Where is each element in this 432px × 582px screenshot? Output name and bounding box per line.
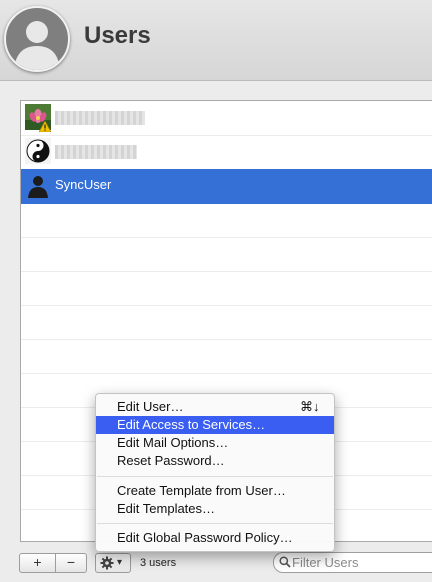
menu-separator — [97, 523, 333, 524]
blurred-user-name — [55, 145, 137, 159]
user-name: SyncUser — [55, 177, 112, 192]
menu-separator — [97, 476, 333, 477]
list-item-selected[interactable]: SyncUser — [21, 169, 432, 204]
menu-item-edit-user[interactable]: Edit User… ⌘↓ — [96, 398, 334, 416]
menu-item-label: Edit User… — [117, 399, 184, 414]
user-count: 3 users — [140, 557, 177, 569]
menu-item-password-policy[interactable]: Edit Global Password Policy… — [96, 529, 334, 547]
action-menu: Edit User… ⌘↓ Edit Access to Services… E… — [95, 393, 335, 552]
gear-icon — [100, 556, 114, 570]
empty-row — [21, 305, 432, 340]
user-silhouette-icon — [14, 21, 60, 70]
filter-field[interactable] — [273, 552, 432, 573]
menu-item-edit-mail[interactable]: Edit Mail Options… — [96, 434, 334, 452]
page-title: Users — [84, 22, 151, 49]
menu-item-reset-password[interactable]: Reset Password… — [96, 452, 334, 470]
avatar — [4, 6, 70, 72]
header: Users — [0, 0, 432, 81]
add-user-button[interactable]: + — [19, 553, 56, 573]
search-input[interactable] — [292, 554, 432, 570]
yin-yang-icon — [25, 138, 51, 164]
blurred-user-name — [55, 111, 145, 125]
list-item[interactable] — [21, 101, 432, 136]
menu-item-create-template[interactable]: Create Template from User… — [96, 482, 334, 500]
chevron-down-icon: ▾ — [117, 557, 123, 568]
search-icon — [279, 556, 291, 568]
empty-row — [21, 339, 432, 374]
empty-row — [21, 237, 432, 272]
empty-row — [21, 203, 432, 238]
menu-item-edit-templates[interactable]: Edit Templates… — [96, 500, 334, 518]
menu-item-label: Edit Mail Options… — [117, 435, 229, 450]
menu-item-label: Edit Access to Services… — [117, 417, 266, 432]
menu-item-label: Edit Templates… — [117, 501, 216, 516]
remove-user-button[interactable]: − — [55, 553, 87, 573]
shortcut-label: ⌘↓ — [300, 399, 320, 414]
menu-item-label: Reset Password… — [117, 453, 225, 468]
action-menu-button[interactable]: ▾ — [95, 553, 131, 573]
menu-item-label: Edit Global Password Policy… — [117, 530, 293, 545]
menu-item-label: Create Template from User… — [117, 483, 286, 498]
user-silhouette-icon — [28, 176, 48, 198]
warning-icon — [39, 121, 51, 132]
empty-row — [21, 271, 432, 306]
list-item[interactable] — [21, 135, 432, 170]
menu-item-edit-access[interactable]: Edit Access to Services… — [96, 416, 334, 434]
